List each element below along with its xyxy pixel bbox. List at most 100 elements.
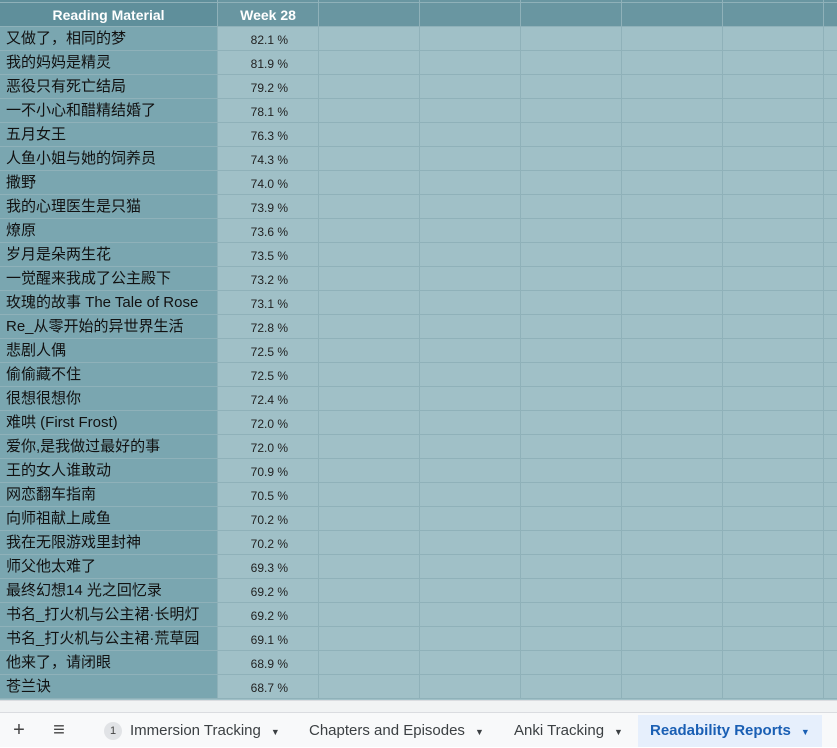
spreadsheet-grid[interactable]: Reading Material Week 28 又做了，相同的梦 82.1 % 我… [0, 0, 837, 700]
empty-cell[interactable] [622, 315, 723, 339]
empty-cell[interactable] [521, 99, 622, 123]
readability-cell[interactable]: 68.9 % [218, 651, 319, 675]
readability-cell[interactable]: 73.9 % [218, 195, 319, 219]
empty-cell[interactable] [824, 219, 837, 243]
empty-cell[interactable] [723, 219, 824, 243]
chevron-down-icon[interactable]: ▼ [271, 727, 280, 737]
empty-cell[interactable] [622, 291, 723, 315]
empty-cell[interactable] [319, 315, 420, 339]
empty-cell[interactable] [521, 219, 622, 243]
readability-cell[interactable]: 68.7 % [218, 675, 319, 699]
empty-cell[interactable] [723, 267, 824, 291]
header-cell-empty[interactable] [723, 3, 824, 27]
readability-cell[interactable]: 69.1 % [218, 627, 319, 651]
empty-cell[interactable] [319, 603, 420, 627]
empty-cell[interactable] [319, 675, 420, 699]
empty-cell[interactable] [521, 627, 622, 651]
empty-cell[interactable] [521, 579, 622, 603]
readability-cell[interactable]: 81.9 % [218, 51, 319, 75]
title-cell[interactable]: 人鱼小姐与她的饲养员 [0, 147, 218, 171]
empty-cell[interactable] [521, 555, 622, 579]
empty-cell[interactable] [824, 387, 837, 411]
title-cell[interactable]: Re_从零开始的异世界生活 [0, 315, 218, 339]
readability-cell[interactable]: 73.2 % [218, 267, 319, 291]
title-cell[interactable]: 很想很想你 [0, 387, 218, 411]
title-cell[interactable]: 一觉醒来我成了公主殿下 [0, 267, 218, 291]
empty-cell[interactable] [420, 51, 521, 75]
readability-cell[interactable]: 69.2 % [218, 603, 319, 627]
empty-cell[interactable] [723, 603, 824, 627]
empty-cell[interactable] [723, 411, 824, 435]
empty-cell[interactable] [420, 627, 521, 651]
empty-cell[interactable] [622, 99, 723, 123]
tab-chapters-and-episodes[interactable]: Chapters and Episodes ▼ [309, 715, 484, 747]
readability-cell[interactable]: 79.2 % [218, 75, 319, 99]
header-cell-empty[interactable] [521, 3, 622, 27]
empty-cell[interactable] [521, 243, 622, 267]
empty-cell[interactable] [824, 99, 837, 123]
empty-cell[interactable] [319, 339, 420, 363]
empty-cell[interactable] [622, 147, 723, 171]
tab-immersion-tracking[interactable]: 1 Immersion Tracking ▼ [104, 715, 280, 747]
empty-cell[interactable] [420, 27, 521, 51]
empty-cell[interactable] [824, 507, 837, 531]
empty-cell[interactable] [319, 267, 420, 291]
empty-cell[interactable] [622, 555, 723, 579]
readability-cell[interactable]: 69.3 % [218, 555, 319, 579]
empty-cell[interactable] [824, 483, 837, 507]
empty-cell[interactable] [824, 51, 837, 75]
empty-cell[interactable] [319, 123, 420, 147]
empty-cell[interactable] [319, 147, 420, 171]
readability-cell[interactable]: 72.8 % [218, 315, 319, 339]
empty-cell[interactable] [824, 627, 837, 651]
readability-cell[interactable]: 73.5 % [218, 243, 319, 267]
header-cell-week[interactable]: Week 28 [218, 3, 319, 27]
empty-cell[interactable] [824, 171, 837, 195]
empty-cell[interactable] [420, 507, 521, 531]
empty-cell[interactable] [319, 411, 420, 435]
empty-cell[interactable] [521, 27, 622, 51]
empty-cell[interactable] [824, 339, 837, 363]
empty-cell[interactable] [319, 579, 420, 603]
title-cell[interactable]: 爱你,是我做过最好的事 [0, 435, 218, 459]
header-cell-empty[interactable] [622, 3, 723, 27]
readability-cell[interactable]: 70.2 % [218, 507, 319, 531]
empty-cell[interactable] [420, 123, 521, 147]
readability-cell[interactable]: 69.2 % [218, 579, 319, 603]
empty-cell[interactable] [521, 267, 622, 291]
empty-cell[interactable] [420, 531, 521, 555]
empty-cell[interactable] [824, 675, 837, 699]
empty-cell[interactable] [723, 75, 824, 99]
empty-cell[interactable] [622, 243, 723, 267]
title-cell[interactable]: 撒野 [0, 171, 218, 195]
title-cell[interactable]: 又做了，相同的梦 [0, 27, 218, 51]
empty-cell[interactable] [622, 579, 723, 603]
empty-cell[interactable] [723, 123, 824, 147]
empty-cell[interactable] [824, 195, 837, 219]
empty-cell[interactable] [622, 531, 723, 555]
empty-cell[interactable] [824, 243, 837, 267]
empty-cell[interactable] [723, 51, 824, 75]
title-cell[interactable]: 王的女人谁敢动 [0, 459, 218, 483]
title-cell[interactable]: 我在无限游戏里封神 [0, 531, 218, 555]
empty-cell[interactable] [824, 555, 837, 579]
empty-cell[interactable] [319, 555, 420, 579]
empty-cell[interactable] [420, 435, 521, 459]
empty-cell[interactable] [723, 627, 824, 651]
readability-cell[interactable]: 82.1 % [218, 27, 319, 51]
empty-cell[interactable] [622, 363, 723, 387]
empty-cell[interactable] [420, 459, 521, 483]
empty-cell[interactable] [824, 531, 837, 555]
empty-cell[interactable] [824, 123, 837, 147]
empty-cell[interactable] [319, 459, 420, 483]
empty-cell[interactable] [622, 459, 723, 483]
empty-cell[interactable] [521, 507, 622, 531]
empty-cell[interactable] [521, 315, 622, 339]
empty-cell[interactable] [723, 315, 824, 339]
empty-cell[interactable] [723, 531, 824, 555]
title-cell[interactable]: 最终幻想14 光之回忆录 [0, 579, 218, 603]
empty-cell[interactable] [521, 147, 622, 171]
readability-cell[interactable]: 72.4 % [218, 387, 319, 411]
empty-cell[interactable] [420, 291, 521, 315]
empty-cell[interactable] [319, 171, 420, 195]
